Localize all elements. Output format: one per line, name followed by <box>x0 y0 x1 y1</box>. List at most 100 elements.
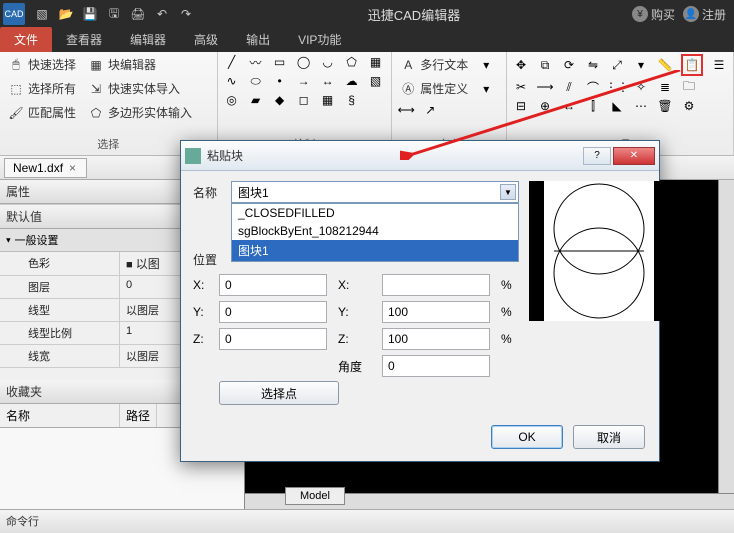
undo-icon[interactable]: ↶ <box>152 4 172 24</box>
fillet-icon[interactable]: ⌒ <box>585 79 601 95</box>
print-icon[interactable]: 🖨 <box>128 4 148 24</box>
saveas-icon[interactable]: 🖫 <box>104 4 124 24</box>
angle-input[interactable] <box>382 355 490 377</box>
circle-icon[interactable]: ◯ <box>296 54 312 70</box>
match-props-button[interactable]: 🖌匹配属性 <box>6 102 78 123</box>
dim-icon[interactable]: ⟷ <box>398 102 414 118</box>
app-logo: CAD <box>3 3 25 25</box>
layer-icon[interactable]: ≣ <box>657 79 673 95</box>
tab-editor[interactable]: 编辑器 <box>116 27 180 52</box>
toggle-icon[interactable]: ☰ <box>711 57 727 73</box>
model-tab[interactable]: Model <box>285 487 345 505</box>
paste-block-icon[interactable]: 📋 <box>684 57 700 73</box>
z-input[interactable] <box>219 328 327 350</box>
xline-icon[interactable]: ↔ <box>320 73 336 89</box>
chamfer-icon[interactable]: ◣ <box>609 98 625 114</box>
settings-icon[interactable]: ⚙ <box>681 98 697 114</box>
align-icon[interactable]: ⫿ <box>585 98 601 114</box>
explode-icon[interactable]: ✧ <box>633 79 649 95</box>
quick-import-button[interactable]: ⇲快速实体导入 <box>86 78 182 99</box>
attr-dd-icon[interactable]: ▾ <box>478 81 494 97</box>
purge-icon[interactable]: 🗑 <box>657 98 673 114</box>
copy-icon[interactable]: ⧉ <box>537 57 553 73</box>
table-icon[interactable]: ▦ <box>320 92 336 108</box>
dropdown-option-selected[interactable]: 图块1 <box>232 240 518 261</box>
text-dd-icon[interactable]: ▾ <box>478 57 494 73</box>
close-button[interactable]: ✕ <box>613 147 655 165</box>
dialog-titlebar[interactable]: 粘贴块 ? ✕ <box>181 141 659 171</box>
tab-viewer[interactable]: 查看器 <box>52 27 116 52</box>
redo-icon[interactable]: ↷ <box>176 4 196 24</box>
x-input[interactable] <box>219 274 327 296</box>
ellipse-icon[interactable]: ⬭ <box>248 73 264 89</box>
more-icon[interactable]: ⋯ <box>633 98 649 114</box>
stretch-icon[interactable]: ↔ <box>561 98 577 114</box>
name-combo[interactable]: 图块1▼ _CLOSEDFILLED sgBlockByEnt_10821294… <box>231 181 519 203</box>
block-icon: ▦ <box>88 57 104 73</box>
extend-icon[interactable]: ⟶ <box>537 79 553 95</box>
spline-icon[interactable]: ∿ <box>224 73 240 89</box>
polygon-icon[interactable]: ⬠ <box>344 54 360 70</box>
sx-input[interactable] <box>382 274 490 296</box>
dropdown-option[interactable]: _CLOSEDFILLED <box>232 204 518 222</box>
document-tab[interactable]: New1.dxf × <box>4 158 87 178</box>
hatch-icon[interactable]: ▦ <box>368 54 384 70</box>
region-icon[interactable]: ▧ <box>368 73 384 89</box>
vertical-scrollbar[interactable] <box>718 180 734 493</box>
ray-icon[interactable]: → <box>296 73 312 89</box>
attrdef-button[interactable]: Ⓐ属性定义 <box>398 78 470 99</box>
new-icon[interactable]: ▧ <box>32 4 52 24</box>
break-icon[interactable]: ⊟ <box>513 98 529 114</box>
tab-advanced[interactable]: 高级 <box>180 27 232 52</box>
tab-file[interactable]: 文件 <box>0 27 52 52</box>
cancel-button[interactable]: 取消 <box>573 425 645 449</box>
join-icon[interactable]: ⊕ <box>537 98 553 114</box>
donut-icon[interactable]: ◎ <box>224 92 240 108</box>
move-icon[interactable]: ✥ <box>513 57 529 73</box>
fav-col-path[interactable]: 路径 <box>120 404 157 427</box>
solid-icon[interactable]: ◆ <box>272 92 288 108</box>
trim-icon[interactable]: ✂ <box>513 79 529 95</box>
props-icon[interactable]: 🗀 <box>681 79 697 95</box>
preview-pane <box>529 181 669 405</box>
offset-icon[interactable]: ⫽ <box>561 79 577 95</box>
open-icon[interactable]: 📂 <box>56 4 76 24</box>
quick-select-button[interactable]: 🖱快速选择 <box>6 54 78 75</box>
help-button[interactable]: ? <box>583 147 611 165</box>
sy-input[interactable] <box>382 301 490 323</box>
fav-col-name[interactable]: 名称 <box>0 404 120 427</box>
save-icon[interactable]: 💾 <box>80 4 100 24</box>
ok-button[interactable]: OK <box>491 425 563 449</box>
y-input[interactable] <box>219 301 327 323</box>
dropdown-option[interactable]: sgBlockByEnt_108212944 <box>232 222 518 240</box>
close-tab-icon[interactable]: × <box>69 161 76 175</box>
register-button[interactable]: 👤注册 <box>683 6 726 23</box>
sz-input[interactable] <box>382 328 490 350</box>
mirror-icon[interactable]: ⇋ <box>585 57 601 73</box>
select-point-button[interactable]: 选择点 <box>219 381 339 405</box>
select-all-button[interactable]: ⬚选择所有 <box>6 78 78 99</box>
tab-output[interactable]: 输出 <box>232 27 284 52</box>
cloud-icon[interactable]: ☁ <box>344 73 360 89</box>
buy-button[interactable]: ¥购买 <box>632 6 675 23</box>
mtext-button[interactable]: A多行文本 <box>398 54 470 75</box>
point-icon[interactable]: • <box>272 73 288 89</box>
dd1-icon[interactable]: ▾ <box>633 57 649 73</box>
array-icon[interactable]: ⋮⋮ <box>609 79 625 95</box>
poly-input-button[interactable]: ⬠多边形实体输入 <box>86 102 194 123</box>
measure-icon[interactable]: 📏 <box>657 57 673 73</box>
tab-vip[interactable]: VIP功能 <box>284 27 355 52</box>
wipeout-icon[interactable]: ◻ <box>296 92 312 108</box>
leader-icon[interactable]: ↗ <box>422 102 438 118</box>
polyline-icon[interactable]: 〰 <box>248 54 264 70</box>
rotate-icon[interactable]: ⟳ <box>561 57 577 73</box>
arc-icon[interactable]: ◡ <box>320 54 336 70</box>
helix-icon[interactable]: § <box>344 92 360 108</box>
chevron-down-icon[interactable]: ▼ <box>500 184 516 200</box>
trace-icon[interactable]: ▰ <box>248 92 264 108</box>
block-editor-button[interactable]: ▦块编辑器 <box>86 54 158 75</box>
rect-icon[interactable]: ▭ <box>272 54 288 70</box>
scale-icon[interactable]: ⤢ <box>609 57 625 73</box>
sy-label: Y: <box>338 305 378 319</box>
line-icon[interactable]: ╱ <box>224 54 240 70</box>
